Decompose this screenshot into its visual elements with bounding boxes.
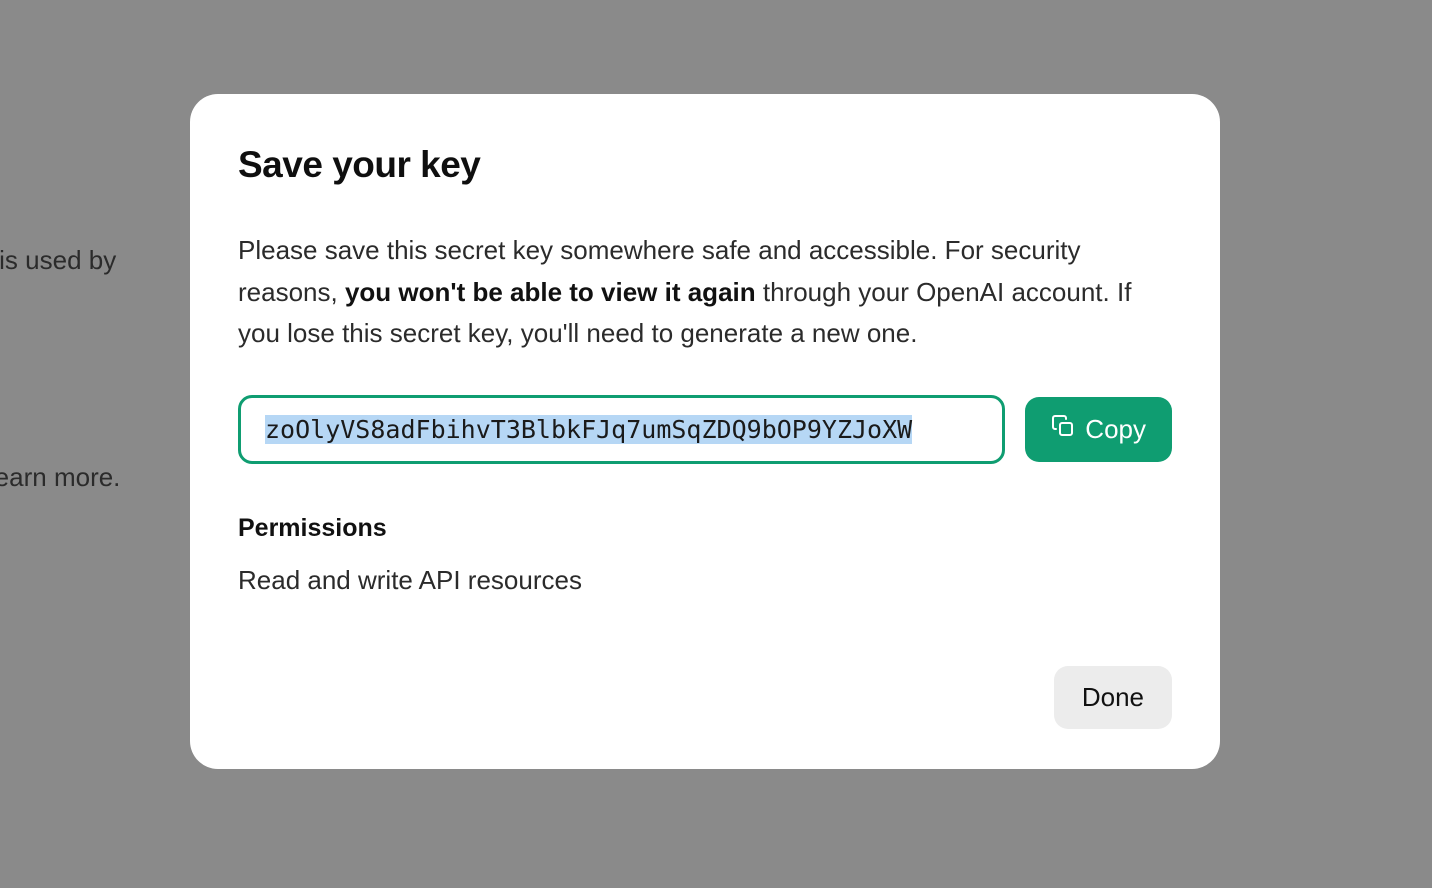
modal-description-bold: you won't be able to view it again <box>345 277 756 307</box>
api-key-field[interactable]: zoOlyVS8adFbihvT3BlbkFJq7umSqZDQ9bOP9YZJ… <box>238 395 1005 464</box>
modal-title: Save your key <box>238 144 1172 186</box>
background-text-fragment: to learn more. <box>0 458 120 497</box>
copy-button[interactable]: Copy <box>1025 397 1172 462</box>
copy-button-label: Copy <box>1085 414 1146 445</box>
modal-description: Please save this secret key somewhere sa… <box>238 230 1172 355</box>
save-key-modal: Save your key Please save this secret ke… <box>190 94 1220 769</box>
key-row: zoOlyVS8adFbihvT3BlbkFJq7umSqZDQ9bOP9YZJ… <box>238 395 1172 464</box>
permissions-heading: Permissions <box>238 514 1172 543</box>
copy-icon <box>1051 414 1075 445</box>
modal-footer: Done <box>238 666 1172 729</box>
api-key-value: zoOlyVS8adFbihvT3BlbkFJq7umSqZDQ9bOP9YZJ… <box>265 415 912 444</box>
background-text-fragment: tion is used by <box>0 241 116 280</box>
done-button[interactable]: Done <box>1054 666 1172 729</box>
permissions-text: Read and write API resources <box>238 565 1172 596</box>
